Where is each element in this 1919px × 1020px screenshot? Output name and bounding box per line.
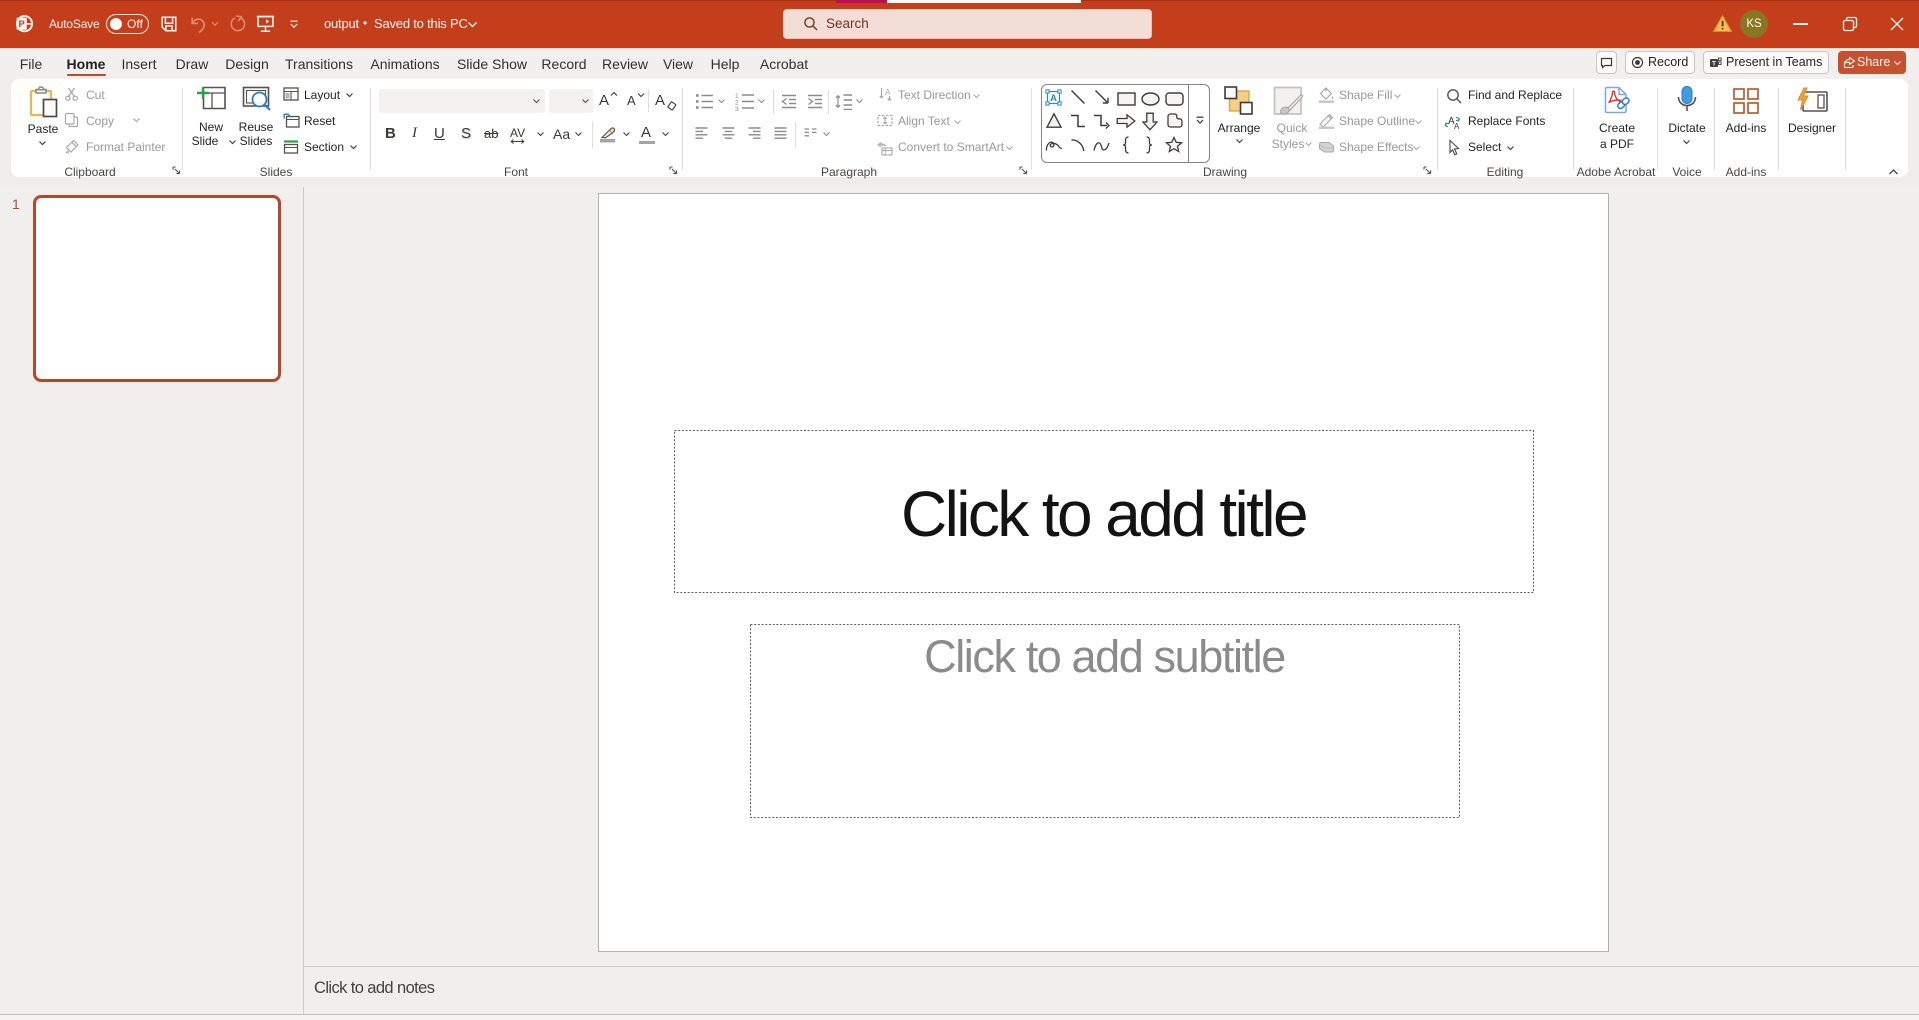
svg-text:A: A [1050, 93, 1057, 104]
svg-text:3: 3 [735, 106, 739, 111]
svg-text:A: A [885, 88, 891, 97]
svg-text:A: A [1454, 122, 1460, 130]
svg-text:T: T [1712, 61, 1716, 68]
svg-text:AV: AV [510, 126, 525, 140]
svg-text:P: P [19, 19, 26, 30]
